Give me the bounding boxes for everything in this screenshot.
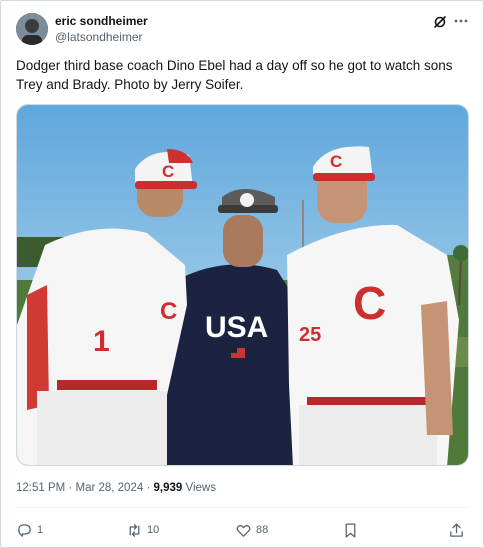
right-jersey-letter: C bbox=[353, 277, 386, 329]
like-icon bbox=[236, 524, 251, 537]
tweet-card: eric sondheimer @latsondheimer Dodger th… bbox=[0, 0, 484, 548]
shirt-text: USA bbox=[205, 311, 268, 344]
like-count: 88 bbox=[256, 524, 269, 536]
views-label: Views bbox=[185, 482, 216, 494]
tweet-photo[interactable]: USA C C 1 C C 25 bbox=[16, 104, 469, 466]
repost-button[interactable]: 10 bbox=[126, 520, 159, 540]
reply-icon bbox=[18, 523, 31, 537]
reply-count: 1 bbox=[37, 524, 44, 536]
tweet-meta: 12:51 PM · Mar 28, 2024 · 9,939 Views bbox=[16, 482, 216, 494]
left-jersey-number: 1 bbox=[93, 325, 110, 358]
right-cap-letter: C bbox=[330, 152, 342, 171]
repost-count: 10 bbox=[147, 524, 160, 536]
action-bar: 1 10 88 bbox=[16, 520, 469, 540]
right-jersey-number: 25 bbox=[299, 324, 321, 346]
left-cap-letter: C bbox=[162, 162, 174, 181]
grok-icon[interactable] bbox=[433, 15, 447, 29]
share-button[interactable] bbox=[448, 520, 465, 540]
left-jersey-letter: C bbox=[160, 298, 177, 325]
meta-separator: · bbox=[146, 482, 151, 494]
reply-button[interactable]: 1 bbox=[16, 520, 43, 540]
share-icon bbox=[450, 522, 463, 537]
more-icon[interactable] bbox=[453, 13, 469, 29]
tweet-text: Dodger third base coach Dino Ebel had a … bbox=[16, 58, 453, 92]
author-name[interactable]: eric sondheimer bbox=[55, 14, 148, 28]
like-button[interactable]: 88 bbox=[235, 520, 268, 540]
author-handle[interactable]: @latsondheimer bbox=[55, 30, 143, 44]
bookmark-icon bbox=[345, 522, 356, 538]
views-count: 9,939 bbox=[153, 482, 183, 494]
bookmark-button[interactable] bbox=[342, 520, 359, 540]
avatar[interactable] bbox=[16, 13, 48, 45]
repost-icon bbox=[129, 523, 140, 537]
divider bbox=[16, 507, 469, 508]
tweet-date[interactable]: Mar 28, 2024 bbox=[75, 482, 143, 494]
meta-separator: · bbox=[68, 482, 73, 494]
tweet-time[interactable]: 12:51 PM bbox=[16, 482, 65, 494]
